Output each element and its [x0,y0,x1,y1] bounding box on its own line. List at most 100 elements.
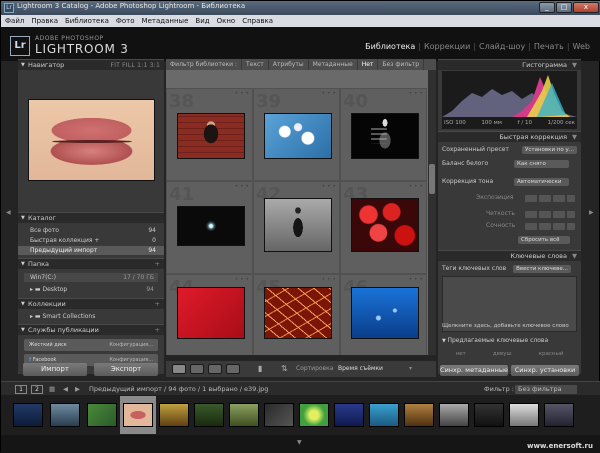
filmstrip-thumb[interactable] [334,403,364,427]
publish-services-header[interactable]: ▼ Службы публикации + [18,324,164,335]
vibrance-inc-small-button[interactable] [553,223,565,230]
grid-cell[interactable]: 39 • • • [253,88,340,181]
painter-icon[interactable]: ▮ [258,364,266,374]
window-2-button[interactable]: 2 [31,385,43,394]
white-balance-select[interactable]: Как снято [514,160,569,168]
filmstrip-thumb[interactable] [439,403,469,427]
sort-direction-icon[interactable]: ⇅ [281,364,291,374]
filmstrip-thumb[interactable] [264,403,294,427]
module-web[interactable]: Web [570,42,593,51]
catalog-item-previous-import[interactable]: Предыдущий импорт 94 [18,246,164,255]
grid-cell[interactable]: 45• • • [253,274,340,355]
vibrance-dec-button[interactable] [525,223,537,230]
add-service-icon[interactable]: + [155,325,160,335]
grid-cell[interactable]: 41 • • • [166,181,253,274]
reset-all-button[interactable]: Сбросить всё [518,236,570,244]
grid-icon[interactable]: ▦ [49,385,55,393]
keyword-hint[interactable]: Щелкните здесь, добавьте ключевое слово [442,321,577,331]
filter-preset[interactable]: Без фильтр [378,59,425,70]
menu-help[interactable]: Справка [242,15,273,27]
clarity-dec-button[interactable] [525,211,537,218]
sync-metadata-button[interactable]: Синхр. метаданные [440,365,508,376]
menu-file[interactable]: Файл [5,15,24,27]
compare-view-icon[interactable] [208,364,222,374]
catalog-item-all-photos[interactable]: Все фото 94 [18,226,164,235]
menu-metadata[interactable]: Метаданные [142,15,189,27]
filmstrip-thumb[interactable] [544,403,574,427]
export-button[interactable]: Экспорт [94,363,158,376]
module-develop[interactable]: Коррекции [421,42,473,51]
filmstrip-thumb[interactable] [159,403,189,427]
module-print[interactable]: Печать [531,42,567,51]
filter-none[interactable]: Нет [358,59,379,70]
menu-photo[interactable]: Фото [116,15,135,27]
navigator-header[interactable]: ▼ Навигатор FIT FILL 1:1 3:1 [18,59,164,70]
grid-view-icon[interactable] [172,364,186,374]
menu-window[interactable]: Окно [217,15,236,27]
smart-collections[interactable]: ▸ ▬ Smart Collections [24,312,158,321]
left-panel-toggle-icon[interactable]: ◀ [6,209,11,216]
grid-cell[interactable]: 46• • • [340,274,427,355]
navigator-preview[interactable] [28,99,155,181]
exposure-inc-button[interactable] [567,195,575,202]
filmstrip-thumb[interactable] [194,403,224,427]
catalog-header[interactable]: ▼ Каталог [18,212,164,223]
import-button[interactable]: Импорт [23,363,87,376]
grid-cell[interactable]: 43 • • • [340,181,427,274]
scroll-thumb[interactable] [429,164,435,194]
filmstrip-thumb[interactable] [13,403,43,427]
exposure-dec-small-button[interactable] [539,195,551,202]
loupe-view-icon[interactable] [190,364,204,374]
filter-text[interactable]: Текст [242,59,269,70]
histogram-header[interactable]: Гистограмма ▼ [438,59,581,70]
saved-preset-select[interactable]: Установки по у... [521,146,577,154]
zoom-options[interactable]: FIT FILL 1:1 3:1 [110,60,160,70]
folders-header[interactable]: ▼ Папка + [18,258,164,269]
exposure-dec-button[interactable] [525,195,537,202]
filter-metadata[interactable]: Метаданные [309,59,358,70]
vibrance-dec-small-button[interactable] [539,223,551,230]
filmstrip-thumb[interactable] [50,403,80,427]
module-library[interactable]: Библиотека [362,42,418,51]
add-folder-icon[interactable]: + [155,259,160,269]
filmstrip-thumb[interactable] [369,403,399,427]
grid-cell[interactable]: 40 • • • [340,88,427,181]
clarity-inc-button[interactable] [567,211,575,218]
catalog-item-quick-collection[interactable]: Быстрая коллекция +0 [18,236,164,245]
source-path[interactable]: Предыдущий импорт / 94 фото / 1 выбрано … [89,385,268,393]
auto-tone-button[interactable]: Автоматически [514,178,569,186]
back-arrow-icon[interactable]: ◀ [63,385,68,393]
add-collection-icon[interactable]: + [155,299,160,309]
grid-cell[interactable]: 38 • • • [166,88,253,181]
close-button[interactable]: x [573,2,599,13]
keyword-tags-select[interactable]: Ввести ключеве... [513,265,571,273]
window-1-button[interactable]: 1 [15,385,27,394]
right-panel-toggle-icon[interactable]: ▶ [589,209,594,216]
sync-settings-button[interactable]: Синхр. установки [511,365,579,376]
menu-view[interactable]: Вид [195,15,209,27]
filmstrip-toggle-icon[interactable]: ▼ [297,439,302,446]
clarity-dec-small-button[interactable] [539,211,551,218]
vibrance-inc-button[interactable] [567,223,575,230]
quick-develop-header[interactable]: Быстрая коррекция ▼ [438,131,581,142]
filmstrip-thumb[interactable] [404,403,434,427]
module-slideshow[interactable]: Слайд-шоу [476,42,528,51]
menu-library[interactable]: Библиотека [65,15,109,27]
maximize-button[interactable]: □ [556,2,572,13]
folder-desktop[interactable]: ▸ ▬ Desktop 94 [24,285,158,294]
filter-attributes[interactable]: Атрибуты [269,59,309,70]
filmstrip-thumb[interactable] [474,403,504,427]
grid-scrollbar[interactable] [428,70,436,355]
filmstrip-filter-select[interactable]: Без фильтра [515,385,577,394]
sort-value[interactable]: Время съёмки [338,364,383,374]
filmstrip-thumb[interactable] [509,403,539,427]
menu-edit[interactable]: Правка [31,15,58,27]
keywording-header[interactable]: Ключевые слова ▼ [438,250,581,261]
filmstrip-thumb[interactable] [229,403,259,427]
clarity-inc-small-button[interactable] [553,211,565,218]
exposure-inc-small-button[interactable] [553,195,565,202]
toolbar-options-icon[interactable]: ▾ [409,364,412,374]
minimize-button[interactable]: _ [539,2,555,13]
survey-view-icon[interactable] [226,364,240,374]
publish-hard-drive[interactable]: Жесткий диск Конфигурация... [24,339,158,351]
